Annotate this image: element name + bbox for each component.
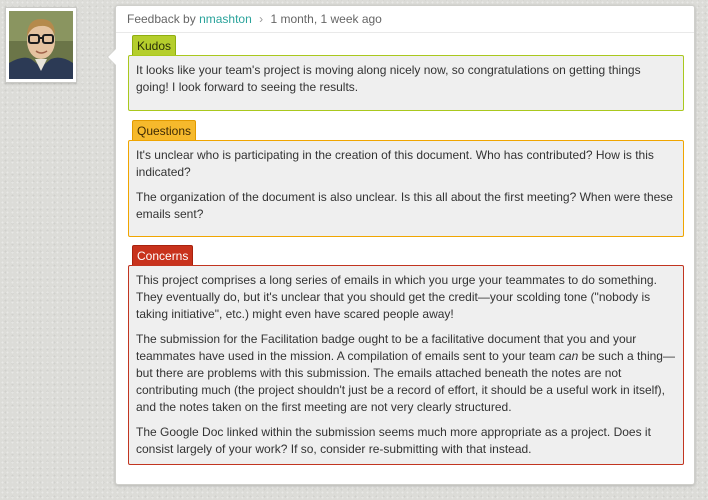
concerns-box: This project comprises a long series of … <box>128 265 684 465</box>
concerns-paragraph: The Google Doc linked within the submiss… <box>136 425 651 456</box>
separator: › <box>259 12 264 26</box>
kudos-text: It looks like your team's project is mov… <box>136 63 641 94</box>
timestamp: 1 month, 1 week ago <box>270 12 382 26</box>
avatar[interactable] <box>5 7 77 83</box>
user-avatar-photo <box>9 11 73 79</box>
kudos-box: It looks like your team's project is mov… <box>128 55 684 111</box>
feedback-by-label: Feedback by <box>127 12 196 26</box>
concerns-emphasis: can <box>558 349 579 363</box>
questions-paragraph: The organization of the document is also… <box>136 190 673 221</box>
feedback-header: Feedback by nmashton › 1 month, 1 week a… <box>116 6 694 33</box>
questions-paragraph: It's unclear who is participating in the… <box>136 148 654 179</box>
concerns-paragraph: This project comprises a long series of … <box>136 273 657 321</box>
concerns-paragraph: The submission for the Facilitation badg… <box>136 331 676 416</box>
feedback-card: Feedback by nmashton › 1 month, 1 week a… <box>107 5 695 485</box>
author-link[interactable]: nmashton <box>199 12 252 26</box>
questions-box: It's unclear who is participating in the… <box>128 140 684 237</box>
